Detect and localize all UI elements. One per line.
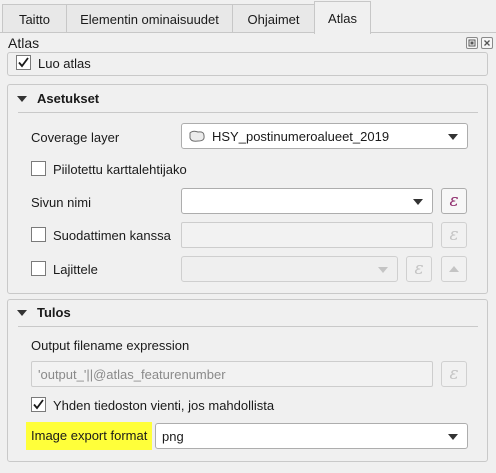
hidden-coverage-checkbox[interactable] xyxy=(31,161,46,176)
coverage-layer-value: HSY_postinumeroalueet_2019 xyxy=(212,128,390,144)
collapse-output-icon[interactable] xyxy=(17,310,27,316)
page-name-label: Sivun nimi xyxy=(31,195,91,210)
sort-ascending-button[interactable] xyxy=(441,256,467,282)
float-icon[interactable] xyxy=(466,37,478,49)
page-name-expression-button[interactable]: ε xyxy=(441,188,467,214)
filter-checkbox[interactable] xyxy=(31,227,46,242)
sort-checkbox[interactable] xyxy=(31,261,46,276)
polygon-layer-icon xyxy=(188,130,206,143)
chevron-down-icon xyxy=(413,199,423,205)
sort-ascending-icon xyxy=(449,266,459,272)
single-file-checkbox[interactable] xyxy=(31,397,46,412)
tab-atlas[interactable]: Atlas xyxy=(314,1,371,34)
collapse-settings-icon[interactable] xyxy=(17,96,27,102)
tab-label: Taitto xyxy=(18,11,51,27)
sort-expression-button[interactable]: ε xyxy=(406,256,432,282)
single-file-label: Yhden tiedoston vienti, jos mahdollista xyxy=(53,398,275,413)
expression-icon: ε xyxy=(449,191,459,211)
image-export-format-combo[interactable]: png xyxy=(155,423,468,449)
tab-label: Elementin ominaisuudet xyxy=(80,11,219,27)
sort-by-combo[interactable] xyxy=(181,256,398,282)
output-divider xyxy=(18,326,478,327)
tab-ohjaimet[interactable]: Ohjaimet xyxy=(232,4,315,33)
chevron-down-icon xyxy=(448,134,458,140)
generate-atlas-label: Luo atlas xyxy=(38,56,91,71)
image-export-format-value: png xyxy=(162,428,184,444)
filter-expression-button[interactable]: ε xyxy=(441,222,467,248)
sort-label: Lajittele xyxy=(53,262,98,277)
close-icon[interactable] xyxy=(481,37,493,49)
panel-title: Atlas xyxy=(8,35,40,51)
chevron-down-icon xyxy=(378,267,388,273)
expression-icon: ε xyxy=(449,364,459,384)
tab-label: Atlas xyxy=(328,10,357,26)
output-filename-field[interactable]: 'output_'||@atlas_featurenumber xyxy=(31,361,433,387)
filter-label: Suodattimen kanssa xyxy=(53,228,171,243)
filter-expression-field[interactable] xyxy=(181,222,433,248)
output-filename-value: 'output_'||@atlas_featurenumber xyxy=(38,366,226,382)
output-title[interactable]: Tulos xyxy=(37,305,71,320)
expression-icon: ε xyxy=(449,225,459,245)
coverage-layer-combo[interactable]: HSY_postinumeroalueet_2019 xyxy=(181,123,468,149)
output-filename-label: Output filename expression xyxy=(31,338,190,353)
image-export-format-label: Image export format xyxy=(31,428,148,443)
coverage-layer-label: Coverage layer xyxy=(31,130,120,145)
tab-label: Ohjaimet xyxy=(247,11,300,27)
hidden-coverage-label: Piilotettu karttalehtijako xyxy=(53,162,187,177)
tab-item-properties[interactable]: Elementin ominaisuudet xyxy=(66,4,233,33)
generate-atlas-checkbox[interactable] xyxy=(16,55,31,70)
settings-title[interactable]: Asetukset xyxy=(37,91,99,106)
expression-icon: ε xyxy=(414,259,424,279)
page-name-combo[interactable] xyxy=(181,188,433,214)
tab-bar: Taitto Elementin ominaisuudet Ohjaimet A… xyxy=(0,0,496,34)
output-filename-expression-button[interactable]: ε xyxy=(441,361,467,387)
settings-divider xyxy=(18,112,478,113)
tab-taitto[interactable]: Taitto xyxy=(2,4,67,33)
chevron-down-icon xyxy=(448,434,458,440)
